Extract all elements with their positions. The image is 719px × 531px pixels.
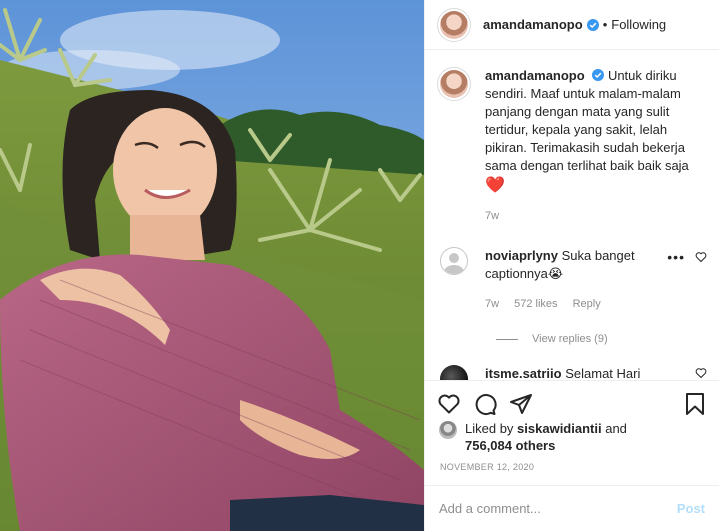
comment-meta: 7w 572 likes Reply	[485, 295, 667, 313]
likes-summary: Liked by siskawidiantii and 756,084 othe…	[439, 420, 627, 454]
save-bookmark-icon[interactable]	[683, 392, 707, 416]
header-separator: •	[602, 17, 608, 32]
likes-text: Liked by siskawidiantii and 756,084 othe…	[465, 420, 627, 454]
likes-and: and	[605, 421, 627, 436]
liker-username[interactable]: siskawidiantii	[517, 421, 602, 436]
comment-item: noviaprlyny Suka banget captionnya😭 7w 5…	[437, 247, 707, 313]
like-comment-icon[interactable]	[695, 367, 707, 379]
caption-username[interactable]: amandamanopo	[485, 68, 585, 83]
comment-likes[interactable]: 572 likes	[514, 298, 557, 310]
comment-username[interactable]: itsme.satriio	[485, 366, 562, 380]
comment-emoji: 😭	[547, 266, 564, 281]
caption-age[interactable]: 7w	[485, 210, 499, 222]
share-icon[interactable]	[509, 392, 533, 416]
replies-divider	[496, 338, 518, 340]
reply-button[interactable]: Reply	[573, 298, 601, 310]
more-options-icon[interactable]: •••	[667, 249, 685, 265]
like-comment-icon[interactable]	[695, 251, 707, 263]
caption-body: amandamanopo Untuk diriku sendiri. Maaf …	[485, 67, 707, 225]
heart-emoji: ❤️	[485, 177, 505, 194]
commenter-avatar[interactable]	[440, 247, 468, 275]
author-avatar-ring[interactable]	[437, 7, 471, 42]
author-username[interactable]: amandamanopo	[483, 17, 583, 32]
likes-count[interactable]: 756,084 others	[465, 438, 555, 453]
comments-section[interactable]: amandamanopo Untuk diriku sendiri. Maaf …	[425, 51, 719, 380]
caption-meta: 7w	[485, 207, 707, 225]
author-avatar[interactable]	[440, 10, 468, 39]
post-header: amandamanopo • Following	[425, 0, 719, 50]
add-comment-bar: Post	[425, 485, 719, 531]
likes-prefix: Liked by	[465, 421, 514, 436]
caption-text: Untuk diriku sendiri. Maaf untuk malam-m…	[485, 68, 689, 173]
comment-age[interactable]: 7w	[485, 298, 499, 310]
view-replies[interactable]: View replies (9)	[496, 333, 707, 345]
caption: amandamanopo Untuk diriku sendiri. Maaf …	[437, 67, 707, 225]
post-panel: amandamanopo • Following amandamanopo Un…	[424, 0, 719, 531]
commenter-avatar[interactable]	[440, 365, 468, 380]
post-date[interactable]: NOVEMBER 12, 2020	[440, 462, 534, 472]
like-icon[interactable]	[437, 392, 461, 416]
caption-avatar-ring[interactable]	[437, 67, 471, 101]
liker-avatar[interactable]	[439, 421, 457, 439]
add-comment-input[interactable]	[439, 501, 677, 516]
caption-avatar[interactable]	[440, 70, 468, 98]
post-button[interactable]: Post	[677, 501, 705, 516]
comment-item: itsme.satriio Selamat Hari Ayah untuk se…	[437, 365, 707, 380]
comment-username[interactable]: noviaprlyny	[485, 248, 558, 263]
photo-illustration	[0, 0, 424, 531]
comment-actions: •••	[667, 249, 707, 265]
following-button[interactable]: Following	[611, 17, 666, 32]
verified-badge-icon	[586, 18, 599, 31]
view-replies-label[interactable]: View replies (9)	[532, 333, 608, 345]
comment-actions	[695, 367, 707, 379]
verified-badge-icon	[592, 69, 605, 81]
comment-icon[interactable]	[473, 392, 497, 416]
post-photo[interactable]	[0, 0, 424, 531]
comment-body: itsme.satriio Selamat Hari Ayah untuk se…	[485, 365, 707, 380]
